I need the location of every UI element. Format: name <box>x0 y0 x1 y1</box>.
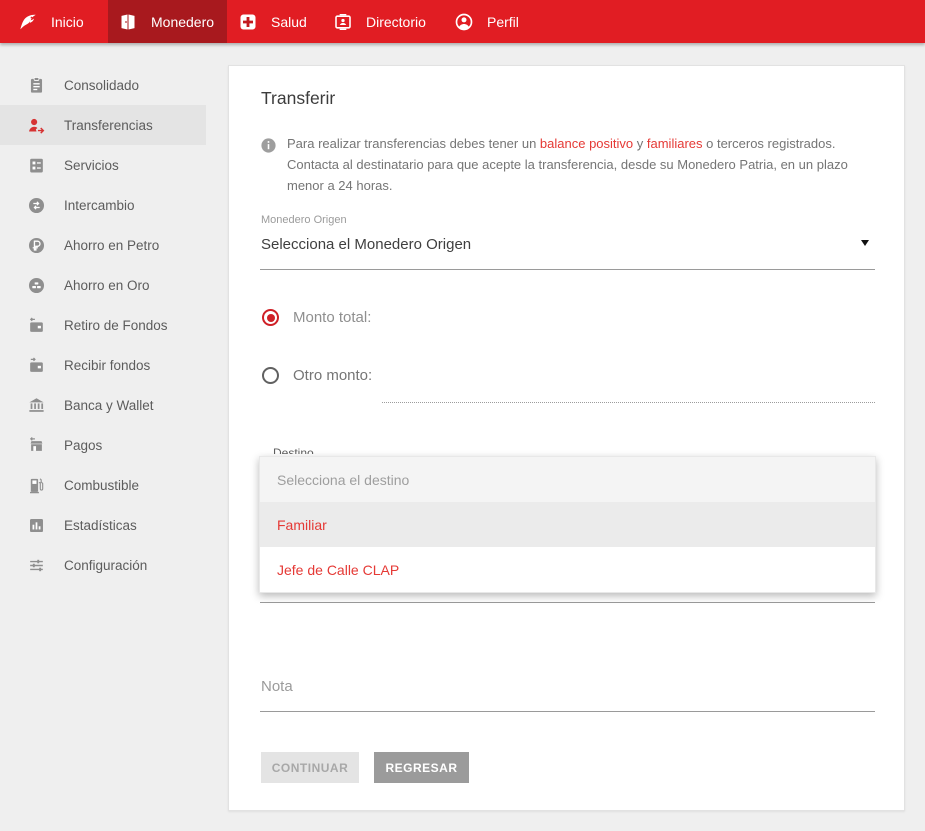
nav-tab-perfil[interactable]: Perfil <box>454 0 519 43</box>
sidebar-item-label: Ahorro en Petro <box>64 238 159 253</box>
sidebar-item-configuracion[interactable]: Configuración <box>0 545 206 585</box>
sidebar-item-label: Pagos <box>64 438 102 453</box>
bank-icon <box>27 396 46 415</box>
radio-label: Otro monto: <box>293 367 372 384</box>
gold-bars-circle-icon <box>27 276 46 295</box>
continue-button[interactable]: CONTINUAR <box>261 752 359 783</box>
select-caret-icon <box>861 240 869 246</box>
nav-tab-salud[interactable]: Salud <box>238 0 307 43</box>
nav-tab-label: Directorio <box>366 14 426 30</box>
contact-card-icon <box>333 12 353 32</box>
services-list-icon <box>27 156 46 175</box>
sidebar-item-label: Retiro de Fondos <box>64 318 168 333</box>
destination-label-clipped: Destino <box>273 446 314 454</box>
back-button[interactable]: REGRESAR <box>374 752 469 783</box>
origin-select-underline <box>260 269 875 270</box>
sidebar-item-estadisticas[interactable]: Estadísticas <box>0 505 206 545</box>
destination-select-underline <box>260 602 875 603</box>
origin-wallet-label: Monedero Origen <box>261 214 347 226</box>
note-underline <box>260 711 875 712</box>
sidebar-item-ahorro-en-oro[interactable]: Ahorro en Oro <box>0 265 206 305</box>
swap-circle-icon <box>27 196 46 215</box>
info-text-segment: y <box>633 136 647 151</box>
sidebar-item-servicios[interactable]: Servicios <box>0 145 206 185</box>
wallet-icon <box>118 12 138 32</box>
info-icon <box>260 137 277 154</box>
destination-option-selecciona-el-destino[interactable]: Selecciona el destino <box>260 457 875 502</box>
destination-dropdown: Selecciona el destinoFamiliarJefe de Cal… <box>259 456 876 593</box>
note-input[interactable]: Nota <box>261 678 875 695</box>
top-nav: Inicio Monedero Salud Directorio Perfil <box>0 0 925 43</box>
sidebar-item-label: Consolidado <box>64 78 139 93</box>
wallet-in-icon <box>27 356 46 375</box>
sidebar-item-ahorro-en-petro[interactable]: Ahorro en Petro <box>0 225 206 265</box>
fuel-pump-icon <box>27 476 46 495</box>
other-amount-input[interactable] <box>382 396 875 403</box>
sidebar-item-label: Combustible <box>64 478 139 493</box>
sidebar-item-banca-y-wallet[interactable]: Banca y Wallet <box>0 385 206 425</box>
clipboard-icon <box>27 76 46 95</box>
destination-option-familiar[interactable]: Familiar <box>260 502 875 547</box>
radio-button-icon <box>262 367 279 384</box>
sidebar: Consolidado Transferencias Servicios Interc… <box>0 43 206 831</box>
person-transfer-icon <box>27 116 46 135</box>
page-title: Transferir <box>261 88 335 109</box>
sidebar-item-label: Servicios <box>64 158 119 173</box>
patria-flag-icon <box>18 12 38 32</box>
nav-tab-directorio[interactable]: Directorio <box>333 0 426 43</box>
sidebar-item-label: Transferencias <box>64 118 153 133</box>
info-text-segment: Para realizar transferencias debes tener… <box>287 136 540 151</box>
sidebar-item-combustible[interactable]: Combustible <box>0 465 206 505</box>
info-link[interactable]: familiares <box>647 136 703 151</box>
sidebar-item-label: Intercambio <box>64 198 135 213</box>
radio-otro-monto[interactable]: Otro monto: <box>262 367 372 384</box>
sidebar-item-label: Estadísticas <box>64 518 137 533</box>
petro-circle-icon <box>27 236 46 255</box>
destination-option-jefe-de-calle-clap[interactable]: Jefe de Calle CLAP <box>260 547 875 592</box>
sidebar-item-label: Ahorro en Oro <box>64 278 150 293</box>
sidebar-item-label: Recibir fondos <box>64 358 150 373</box>
nav-tab-label: Perfil <box>487 14 519 30</box>
radio-monto-total[interactable]: Monto total: <box>262 309 371 326</box>
sidebar-item-intercambio[interactable]: Intercambio <box>0 185 206 225</box>
radio-button-icon <box>262 309 279 326</box>
info-link[interactable]: balance positivo <box>540 136 633 151</box>
sidebar-item-retiro-de-fondos[interactable]: Retiro de Fondos <box>0 305 206 345</box>
store-arrow-icon <box>27 436 46 455</box>
health-cross-icon <box>238 12 258 32</box>
sidebar-item-recibir-fondos[interactable]: Recibir fondos <box>0 345 206 385</box>
transfer-card: Transferir Para realizar transferencias … <box>228 65 905 811</box>
sidebar-item-label: Configuración <box>64 558 147 573</box>
sidebar-item-pagos[interactable]: Pagos <box>0 425 206 465</box>
sidebar-item-label: Banca y Wallet <box>64 398 154 413</box>
nav-tab-label: Inicio <box>51 14 84 30</box>
origin-wallet-select-value: Selecciona el Monedero Origen <box>261 236 471 253</box>
transfer-info-text: Para realizar transferencias debes tener… <box>287 133 873 196</box>
nav-tab-monedero[interactable]: Monedero <box>108 0 227 43</box>
bar-chart-icon <box>27 516 46 535</box>
sidebar-item-transferencias[interactable]: Transferencias <box>0 105 206 145</box>
sidebar-item-consolidado[interactable]: Consolidado <box>0 65 206 105</box>
wallet-out-icon <box>27 316 46 335</box>
radio-label: Monto total: <box>293 309 371 326</box>
person-circle-icon <box>454 12 474 32</box>
origin-wallet-select[interactable]: Selecciona el Monedero Origen <box>261 229 875 259</box>
tune-icon <box>27 556 46 575</box>
nav-tab-label: Salud <box>271 14 307 30</box>
nav-tab-label: Monedero <box>151 14 214 30</box>
nav-tab-inicio[interactable]: Inicio <box>18 0 84 43</box>
